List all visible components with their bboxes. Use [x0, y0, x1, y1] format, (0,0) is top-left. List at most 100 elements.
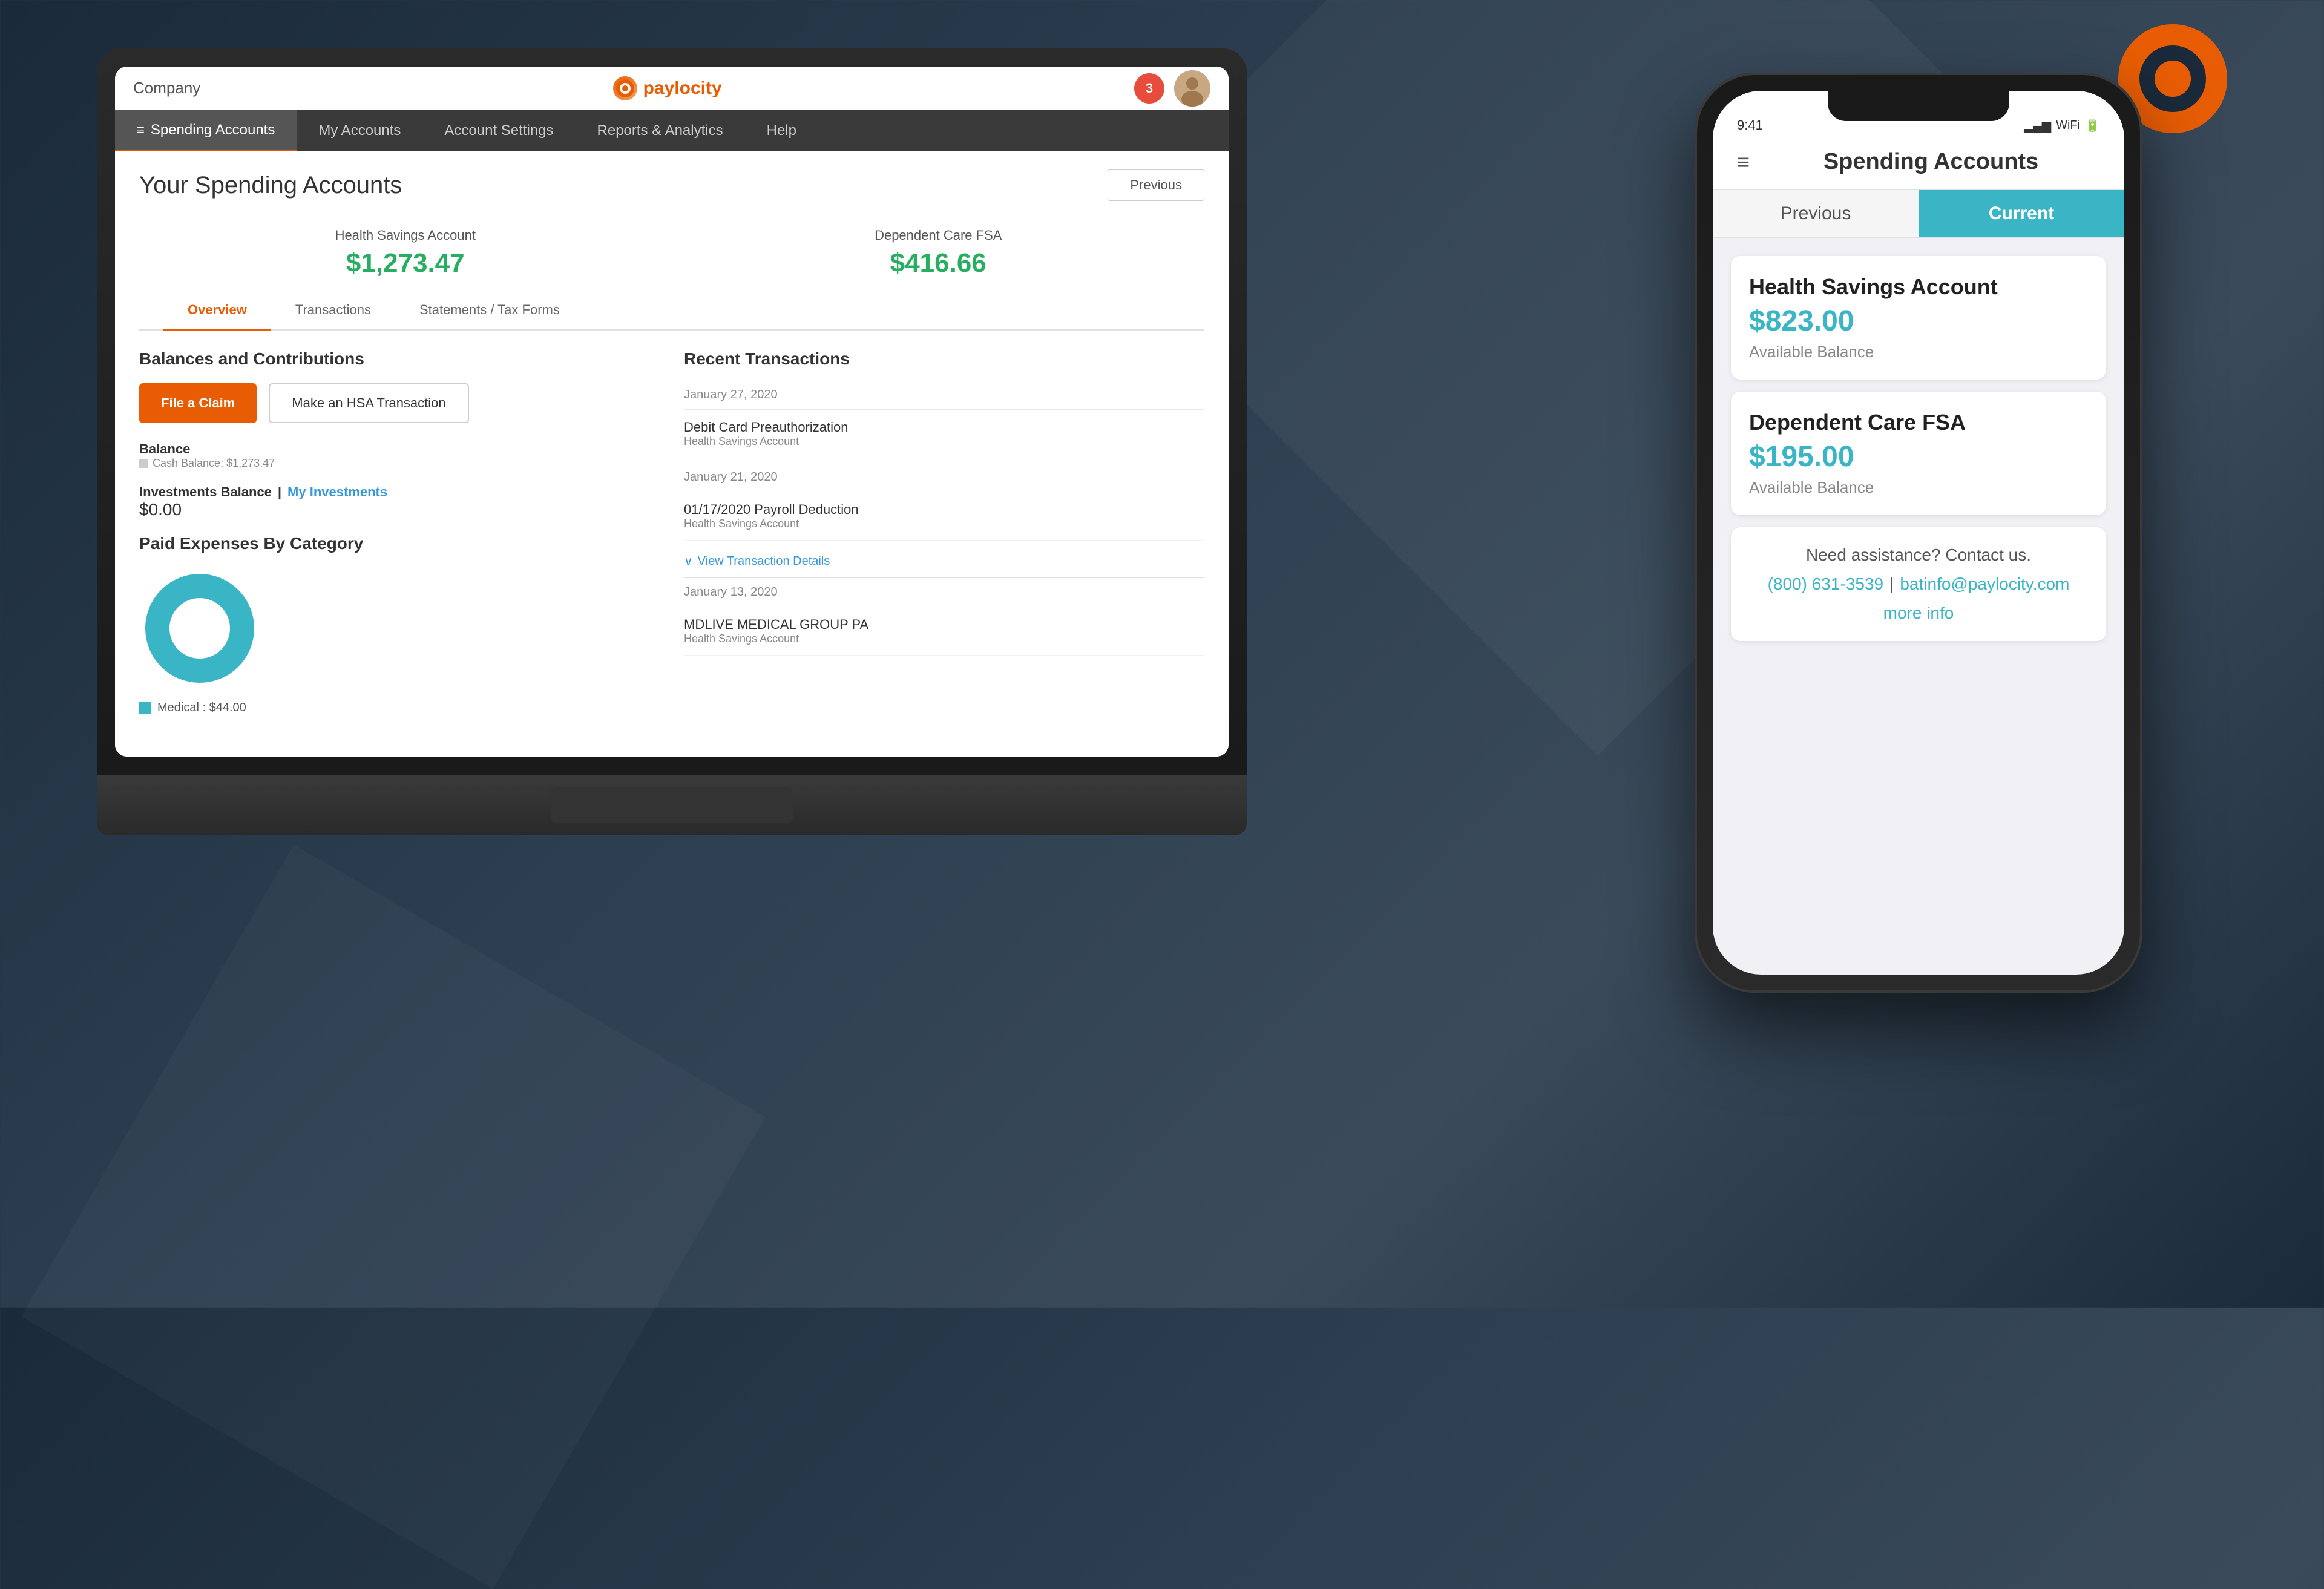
- phone-status-icons: ▂▄▆ WiFi 🔋: [2024, 118, 2100, 133]
- phone-contact-section: Need assistance? Contact us. (800) 631-3…: [1731, 527, 2106, 641]
- laptop-base: [97, 775, 1247, 835]
- nav-label-settings: Account Settings: [444, 122, 553, 139]
- medical-legend-color: [139, 702, 151, 714]
- account-cards: Health Savings Account $1,273.47 Depende…: [139, 215, 1204, 291]
- phone-title: Spending Accounts: [1762, 149, 2100, 175]
- company-label: Company: [133, 79, 200, 97]
- my-investments-link[interactable]: My Investments: [287, 484, 387, 500]
- laptop-trackpad: [551, 787, 793, 823]
- phone-hsa-balance-label: Available Balance: [1749, 343, 2088, 361]
- wifi-icon: WiFi: [2056, 119, 2080, 133]
- phone-contact-separator: |: [1889, 574, 1894, 594]
- balance-section: Balance Cash Balance: $1,273.47: [139, 441, 660, 470]
- nav-label-my-accounts: My Accounts: [318, 122, 401, 139]
- nav-bar: ≡ Spending Accounts My Accounts Account …: [115, 110, 1229, 151]
- nav-item-my-accounts[interactable]: My Accounts: [297, 110, 422, 151]
- medical-legend-text: Medical : $44.00: [157, 701, 246, 715]
- view-details-label: View Transaction Details: [698, 554, 830, 568]
- phone-hsa-amount: $823.00: [1749, 304, 2088, 338]
- transaction-account-3: Health Savings Account: [684, 633, 1204, 645]
- phone-contact-email[interactable]: batinfo@paylocity.com: [1900, 574, 2069, 594]
- transaction-group-3: January 13, 2020 MDLIVE MEDICAL GROUP PA…: [684, 578, 1204, 656]
- tab-statements[interactable]: Statements / Tax Forms: [395, 291, 584, 331]
- nav-item-account-settings[interactable]: Account Settings: [422, 110, 575, 151]
- phone-tab-previous[interactable]: Previous: [1713, 190, 1919, 237]
- phone-device: 9:41 ▂▄▆ WiFi 🔋 ≡ Spending Accounts Prev…: [1695, 73, 2142, 993]
- phone-header: ≡ Spending Accounts: [1713, 139, 2124, 190]
- top-right-actions: 3: [1134, 70, 1210, 107]
- transaction-name-1: Debit Card Preauthorization: [684, 419, 1204, 435]
- phone-more-info-link[interactable]: more info: [1749, 604, 2088, 623]
- fsa-amount: $416.66: [697, 248, 1181, 278]
- phone-content: Health Savings Account $823.00 Available…: [1713, 238, 2124, 975]
- transaction-item-1: Debit Card Preauthorization Health Savin…: [684, 410, 1204, 458]
- transaction-date-2: January 21, 2020: [684, 463, 1204, 492]
- app-container: Company paylocity 3: [115, 67, 1229, 757]
- transaction-date-3: January 13, 2020: [684, 578, 1204, 607]
- top-bar: Company paylocity 3: [115, 67, 1229, 110]
- nav-item-reports[interactable]: Reports & Analytics: [576, 110, 745, 151]
- investments-separator: |: [278, 484, 281, 500]
- file-claim-button[interactable]: File a Claim: [139, 383, 257, 423]
- transaction-account-1: Health Savings Account: [684, 435, 1204, 448]
- phone-screen: 9:41 ▂▄▆ WiFi 🔋 ≡ Spending Accounts Prev…: [1713, 91, 2124, 975]
- avatar: [1174, 70, 1210, 107]
- tab-transactions[interactable]: Transactions: [271, 291, 395, 331]
- fsa-card[interactable]: Dependent Care FSA $416.66: [672, 215, 1205, 291]
- phone-notch: [1828, 91, 2009, 121]
- phone-nav-tabs: Previous Current: [1713, 190, 2124, 238]
- nav-item-help[interactable]: Help: [745, 110, 818, 151]
- nav-label-reports: Reports & Analytics: [597, 122, 723, 139]
- phone-hsa-name: Health Savings Account: [1749, 274, 2088, 300]
- right-panel: Recent Transactions January 27, 2020 Deb…: [684, 349, 1204, 729]
- investments-amount: $0.00: [139, 500, 660, 519]
- transaction-date-1: January 27, 2020: [684, 381, 1204, 410]
- page-title-row: Your Spending Accounts Previous: [139, 169, 1204, 201]
- chevron-down-icon: ∨: [684, 554, 693, 569]
- expenses-title: Paid Expenses By Category: [139, 534, 660, 553]
- main-content: Your Spending Accounts Previous Health S…: [115, 151, 1229, 757]
- phone-hamburger-icon[interactable]: ≡: [1737, 150, 1750, 175]
- sub-nav: Overview Transactions Statements / Tax F…: [139, 291, 1204, 331]
- phone-fsa-card[interactable]: Dependent Care FSA $195.00 Available Bal…: [1731, 392, 2106, 515]
- paylocity-brand: paylocity: [613, 76, 722, 100]
- signal-icon: ▂▄▆: [2024, 118, 2051, 133]
- balance-square-icon: [139, 459, 148, 468]
- brand-icon: [613, 76, 637, 100]
- hsa-card[interactable]: Health Savings Account $1,273.47: [139, 215, 672, 291]
- nav-item-spending-accounts[interactable]: ≡ Spending Accounts: [115, 110, 297, 151]
- phone-hsa-card[interactable]: Health Savings Account $823.00 Available…: [1731, 256, 2106, 380]
- hsa-transaction-button[interactable]: Make an HSA Transaction: [269, 383, 468, 423]
- balances-section-title: Balances and Contributions: [139, 349, 660, 369]
- content-area: Balances and Contributions File a Claim …: [115, 331, 1229, 748]
- previous-button[interactable]: Previous: [1108, 169, 1204, 201]
- transaction-group-2: January 21, 2020 01/17/2020 Payroll Dedu…: [684, 463, 1204, 541]
- laptop-device: Company paylocity 3: [97, 48, 1247, 835]
- transaction-item-3: MDLIVE MEDICAL GROUP PA Health Savings A…: [684, 607, 1204, 656]
- cash-balance-text: Cash Balance: $1,273.47: [153, 457, 275, 470]
- investments-section: Investments Balance | My Investments $0.…: [139, 484, 660, 519]
- phone-contact-title: Need assistance? Contact us.: [1749, 545, 2088, 565]
- tab-overview[interactable]: Overview: [163, 291, 271, 331]
- hamburger-icon: ≡: [137, 122, 145, 138]
- donut-chart: [139, 568, 260, 689]
- view-details-button[interactable]: ∨ View Transaction Details: [684, 545, 1204, 578]
- nav-label-help: Help: [767, 122, 796, 139]
- nav-label-spending: Spending Accounts: [151, 122, 275, 139]
- notification-badge[interactable]: 3: [1134, 73, 1164, 104]
- phone-fsa-name: Dependent Care FSA: [1749, 410, 2088, 435]
- cash-balance: Cash Balance: $1,273.47: [139, 457, 660, 470]
- transaction-name-2: 01/17/2020 Payroll Deduction: [684, 502, 1204, 518]
- investments-label: Investments Balance: [139, 484, 272, 500]
- left-panel: Balances and Contributions File a Claim …: [139, 349, 660, 729]
- phone-fsa-amount: $195.00: [1749, 440, 2088, 473]
- action-buttons: File a Claim Make an HSA Transaction: [139, 383, 660, 423]
- phone-contact-phone[interactable]: (800) 631-3539: [1768, 574, 1883, 594]
- chart-legend: Medical : $44.00: [139, 701, 660, 715]
- transaction-group-1: January 27, 2020 Debit Card Preauthoriza…: [684, 381, 1204, 458]
- phone-tab-current[interactable]: Current: [1919, 190, 2124, 237]
- fsa-label: Dependent Care FSA: [697, 228, 1181, 243]
- page-title: Your Spending Accounts: [139, 172, 402, 199]
- transaction-item-2: 01/17/2020 Payroll Deduction Health Savi…: [684, 492, 1204, 541]
- hsa-label: Health Savings Account: [163, 228, 648, 243]
